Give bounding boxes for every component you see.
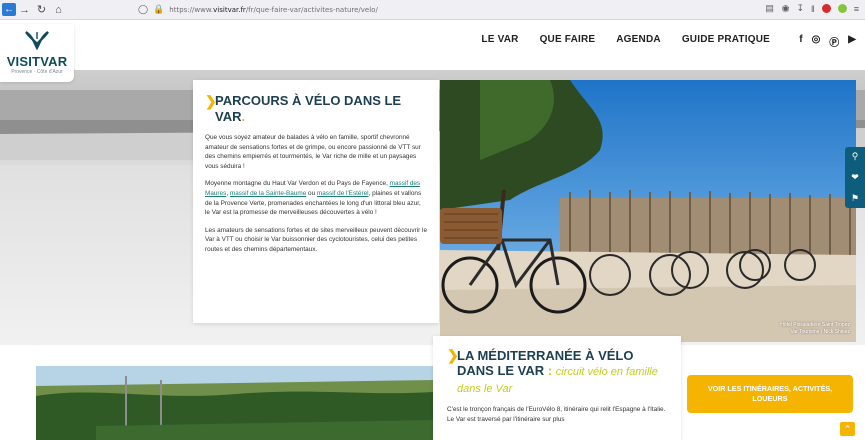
link-massif-esterel[interactable]: massif de l'Estérel [317, 190, 369, 197]
link-massif-sainte-baume[interactable]: massif de la Sainte-Baume [230, 190, 306, 197]
instagram-icon[interactable]: ◎ [812, 34, 821, 49]
youtube-icon[interactable]: ▶ [848, 34, 856, 49]
site-header: VISITVAR Provence · Côte d'Azur LE VAR Q… [0, 20, 865, 82]
back-button[interactable]: ← [2, 3, 16, 16]
page-title: ❯ PARCOURS À VÉLO DANS LE VAR. [205, 93, 402, 124]
url-bar[interactable]: ◯ 🔒 https://www. visitvar.fr/fr/que-faire… [138, 2, 768, 18]
logo-mark-icon [25, 31, 49, 51]
coastal-road-photo [36, 366, 434, 440]
intro-paragraph-1: Que vous soyez amateur de balades à vélo… [205, 134, 421, 170]
chevron-right-icon: ❯ [447, 347, 459, 363]
intro-paragraph-2: Moyenne montagne du Haut Var Verdon et d… [205, 180, 422, 217]
photo-credit: Hôtel Pissaladière Saint Tropez Var Tour… [780, 322, 850, 335]
site-logo[interactable]: VISITVAR Provence · Côte d'Azur [0, 24, 74, 82]
shield-icon: ◯ [138, 5, 149, 15]
library-icon[interactable]: ‖ [811, 4, 815, 14]
heart-icon[interactable]: ❤ [851, 172, 859, 183]
bikes-photo: Hôtel Pissaladière Saint Tropez Var Tour… [440, 80, 856, 342]
extension-icon-2[interactable] [837, 4, 847, 13]
reader-view-icon[interactable]: ▤ [765, 3, 774, 14]
floating-toolbar: ⚲ ❤ ⚑ [845, 147, 865, 208]
download-icon[interactable]: ↧ [796, 3, 804, 14]
section-mediterranee: ❯ LA MÉDITERRANÉE À VÉLO DANS LE VAR : c… [433, 336, 681, 440]
search-icon[interactable]: ⚲ [852, 151, 859, 162]
chevron-right-icon: ❯ [205, 93, 217, 109]
nav-le-var[interactable]: LE VAR [481, 34, 518, 45]
url-prefix: https://www. [169, 6, 214, 14]
browser-toolbar: ← → ↻ ⌂ ◯ 🔒 https://www. visitvar.fr/fr/q… [0, 0, 865, 20]
reload-button[interactable]: ↻ [33, 2, 50, 18]
nav-guide-pratique[interactable]: GUIDE PRATIQUE [682, 34, 770, 45]
lock-icon: 🔒 [153, 5, 165, 15]
intro-paragraph-3: Les amateurs de sensations fortes et de … [205, 226, 428, 253]
intro-card: ❯ PARCOURS À VÉLO DANS LE VAR. Que vous … [193, 80, 439, 323]
menu-icon[interactable]: ≡ [854, 4, 859, 14]
logo-subtitle: Provence · Côte d'Azur [11, 69, 63, 75]
nav-agenda[interactable]: AGENDA [616, 34, 661, 45]
pocket-icon[interactable]: ◉ [782, 3, 790, 14]
scroll-to-top-button[interactable]: ⌃ [840, 422, 855, 436]
itineraries-button[interactable]: VOIR LES ITINÉRAIRES, ACTIVITÉS, LOUEURS [687, 375, 853, 413]
page: VISITVAR Provence · Côte d'Azur LE VAR Q… [0, 20, 865, 440]
url-path: /fr/que-faire-var/activites-nature/velo/ [245, 6, 378, 14]
social-links: f ◎ Ⓟ ▶ [799, 34, 856, 49]
section-title: ❯ LA MÉDITERRANÉE À VÉLO DANS LE VAR : c… [447, 347, 658, 396]
flag-icon[interactable]: ⚑ [851, 193, 859, 204]
main-nav: LE VAR QUE FAIRE AGENDA GUIDE PRATIQUE [481, 34, 770, 45]
logo-text: VISITVAR [6, 54, 68, 69]
nav-que-faire[interactable]: QUE FAIRE [540, 34, 596, 45]
extension-icon[interactable] [821, 4, 831, 13]
forward-button[interactable]: → [16, 2, 33, 18]
facebook-icon[interactable]: f [799, 34, 802, 49]
home-button[interactable]: ⌂ [50, 2, 67, 18]
pinterest-icon[interactable]: Ⓟ [829, 34, 839, 49]
section-paragraph: C'est le tronçon français de l'EuroVélo … [447, 406, 666, 423]
url-host: visitvar.fr [213, 6, 246, 14]
